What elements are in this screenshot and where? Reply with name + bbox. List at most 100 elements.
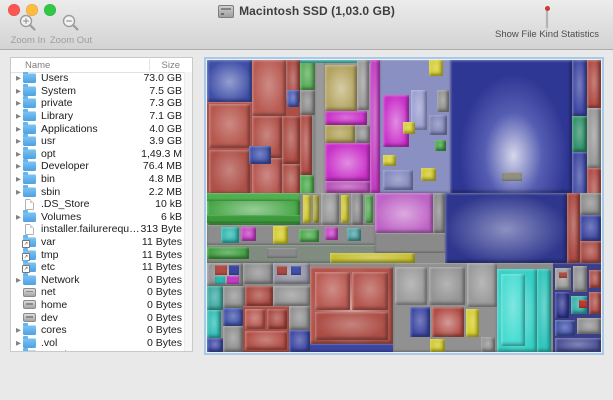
treemap-block[interactable] [221,227,239,243]
treemap-block[interactable] [273,286,310,306]
list-item[interactable]: ▶Users73.0 GB [11,72,192,85]
treemap-block[interactable] [429,60,443,76]
treemap-block[interactable] [300,115,312,175]
treemap-block[interactable] [245,309,265,329]
disclosure-triangle-icon[interactable]: ▶ [14,276,23,284]
treemap-block[interactable] [300,90,315,115]
list-item[interactable]: var11 Bytes [11,236,192,249]
disclosure-triangle-icon[interactable]: ▶ [14,188,23,196]
list-item[interactable]: net0 Bytes [11,286,192,299]
column-divider[interactable] [149,59,150,71]
treemap-block[interactable] [432,307,464,337]
treemap[interactable] [207,60,601,352]
treemap-block[interactable] [282,116,300,164]
treemap-block[interactable] [555,292,569,318]
list-item[interactable]: ▶Library7.1 GB [11,110,192,123]
treemap-block[interactable] [351,193,363,225]
list-item[interactable]: dev0 Bytes [11,311,192,324]
treemap-block[interactable] [501,274,525,346]
treemap-block[interactable] [421,168,436,181]
treemap-block[interactable] [572,116,587,152]
treemap-block[interactable] [330,253,415,263]
treemap-block[interactable] [370,60,380,193]
treemap-block[interactable] [267,309,287,329]
treemap-block[interactable] [315,60,325,197]
treemap-block[interactable] [300,60,315,90]
treemap-block[interactable] [325,227,338,240]
treemap-block[interactable] [341,195,349,223]
list-item[interactable]: tmp11 Bytes [11,248,192,261]
list-item[interactable]: ▶Network0 Bytes [11,274,192,287]
treemap-block[interactable] [580,215,601,241]
treemap-block[interactable] [325,111,367,125]
treemap-block[interactable] [299,229,319,242]
zoom-out-button[interactable]: Zoom Out [46,13,96,46]
treemap-block[interactable] [289,330,310,352]
treemap-block[interactable] [587,108,601,168]
treemap-block[interactable] [207,310,221,338]
list-item[interactable]: installer.failurerequests313 Byte [11,223,192,236]
treemap-block[interactable] [375,233,445,253]
treemap-block[interactable] [567,193,580,263]
treemap-block[interactable] [437,90,449,112]
disclosure-triangle-icon[interactable]: ▶ [14,112,23,120]
disclosure-triangle-icon[interactable]: ▶ [14,150,23,158]
treemap-block[interactable] [315,272,350,310]
treemap-block[interactable] [223,326,243,352]
treemap-block[interactable] [559,272,567,278]
list-item[interactable]: ▶.vol0 Bytes [11,336,192,349]
treemap-block[interactable] [589,292,601,314]
list-item[interactable]: ▶Volumes6 kB [11,211,192,224]
disclosure-triangle-icon[interactable]: ▶ [14,137,23,145]
treemap-block[interactable] [223,308,243,326]
disclosure-triangle-icon[interactable]: ▶ [14,175,23,183]
treemap-block[interactable] [207,286,223,310]
treemap-block[interactable] [403,122,415,134]
treemap-block[interactable] [383,170,413,190]
treemap-block[interactable] [325,143,370,181]
disclosure-triangle-icon[interactable]: ▶ [14,74,23,82]
treemap-block[interactable] [502,172,522,181]
treemap-block[interactable] [325,181,370,193]
treemap-block[interactable] [315,312,388,340]
treemap-block[interactable] [466,309,479,337]
treemap-block[interactable] [580,241,601,263]
disclosure-triangle-icon[interactable]: ▶ [14,125,23,133]
treemap-block[interactable] [241,227,256,241]
treemap-block[interactable] [383,95,409,147]
treemap-block[interactable] [579,300,587,308]
treemap-block[interactable] [347,228,361,241]
treemap-block[interactable] [572,60,587,116]
scrollbar[interactable] [184,72,192,351]
treemap-block[interactable] [245,286,273,306]
treemap-block[interactable] [215,265,227,275]
disclosure-triangle-icon[interactable]: ▶ [14,326,23,334]
treemap-block[interactable] [429,115,447,135]
treemap-block[interactable] [375,193,433,233]
treemap-block[interactable] [580,193,601,215]
treemap-block[interactable] [209,150,250,195]
treemap-block[interactable] [410,307,430,337]
treemap-block[interactable] [555,320,575,336]
treemap-block[interactable] [433,193,445,233]
treemap-block[interactable] [383,155,396,166]
treemap-block[interactable] [289,306,310,330]
treemap-block[interactable] [207,215,300,223]
column-header-size[interactable]: Size [162,60,192,71]
treemap-block[interactable] [430,339,445,352]
list-item[interactable]: ▶opt1,49.3 M [11,148,192,161]
treemap-block[interactable] [555,338,601,352]
list-item[interactable]: ▶bin4.8 MB [11,173,192,186]
disclosure-triangle-icon[interactable]: ▶ [14,339,23,347]
zoom-in-button[interactable]: Zoom In [6,13,50,46]
treemap-block[interactable] [467,263,497,307]
disclosure-triangle-icon[interactable]: ▶ [14,99,23,107]
treemap-block[interactable] [229,265,239,275]
list-item[interactable]: ▶System7.5 GB [11,85,192,98]
treemap-block[interactable] [207,193,300,201]
treemap-block[interactable] [587,60,601,108]
treemap-block[interactable] [357,60,369,110]
treemap-block[interactable] [352,272,388,310]
treemap-block[interactable] [243,263,273,284]
treemap-block[interactable] [365,195,373,223]
